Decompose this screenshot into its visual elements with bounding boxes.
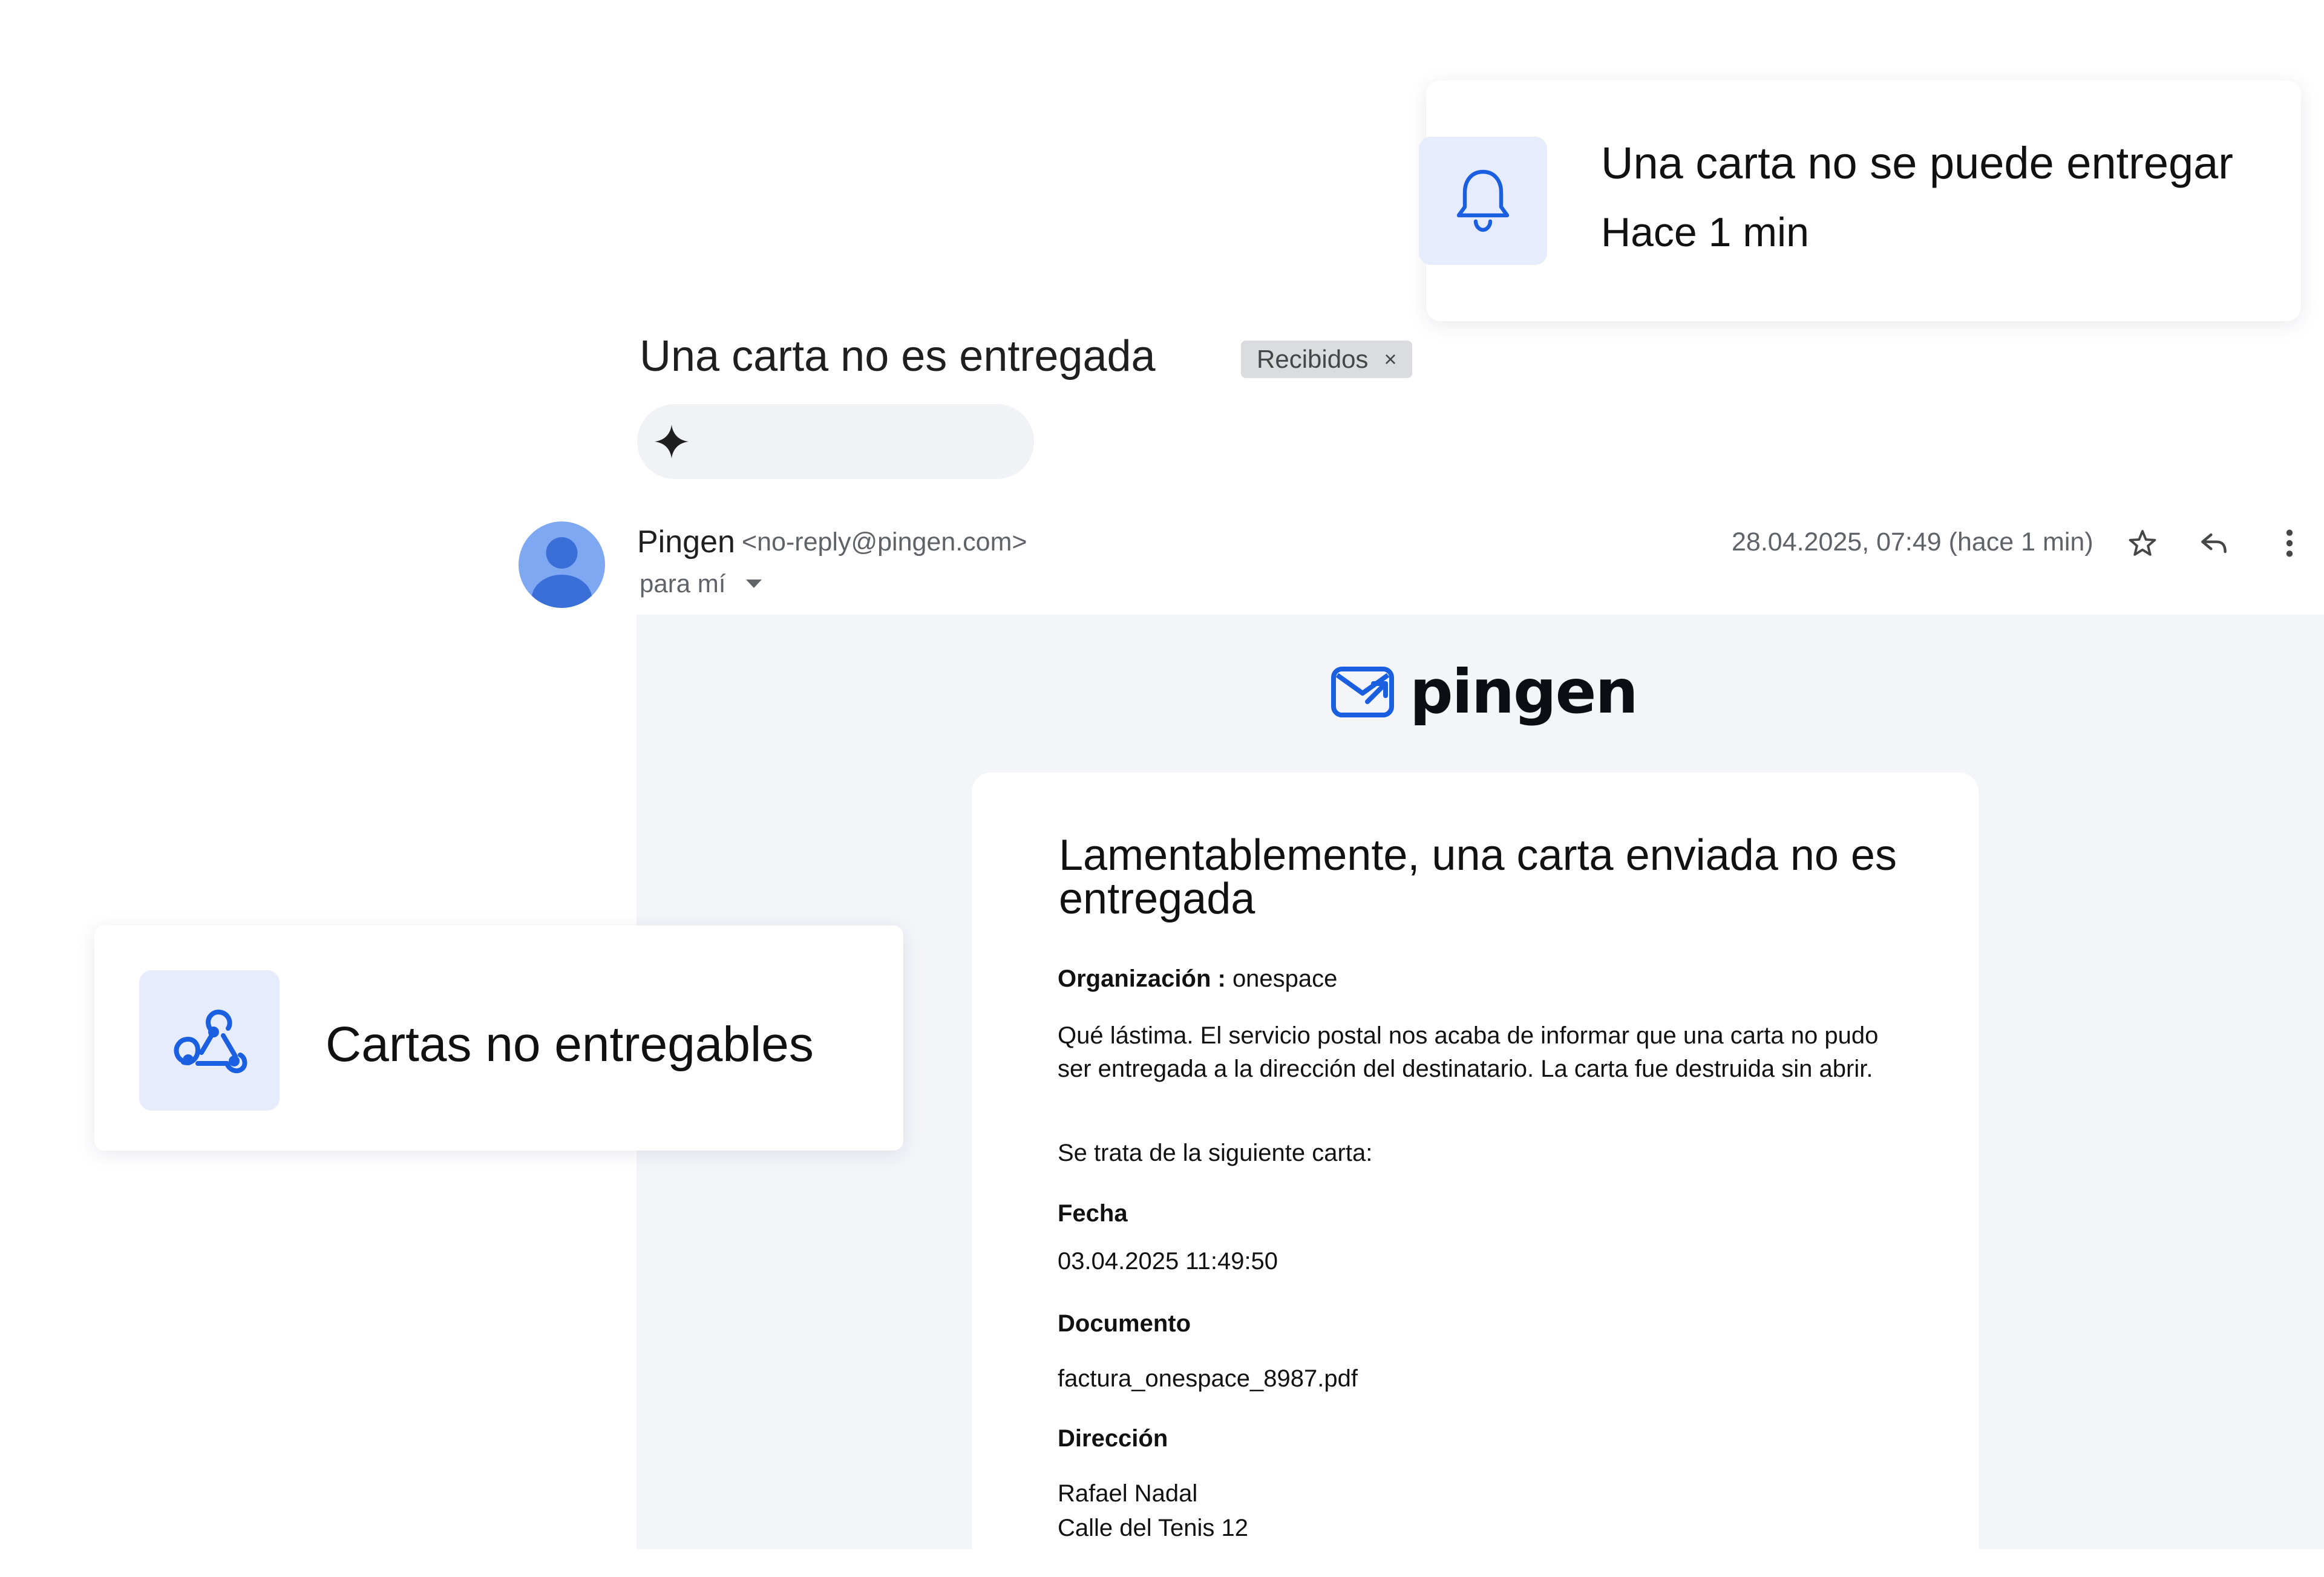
organization-label: Organización :: [1058, 965, 1226, 992]
webhook-card-title: Cartas no entregables: [326, 1017, 814, 1072]
pingen-logo: pingen: [1331, 656, 1638, 727]
webhook-icon-box: [139, 970, 280, 1111]
email-date: 28.04.2025, 07:49 (hace 1 min): [1732, 527, 2093, 557]
notification-card[interactable]: [1426, 80, 2301, 321]
documento-label: Documento: [1058, 1310, 1191, 1337]
more-options-button[interactable]: [2268, 522, 2311, 564]
bell-icon: [1456, 169, 1510, 232]
label-chip-text: Recibidos: [1257, 345, 1369, 373]
notification-time: Hace 1 min: [1601, 209, 1809, 255]
sender-name[interactable]: Pingen: [637, 524, 735, 560]
reply-icon: [2201, 533, 2227, 553]
star-icon: [2129, 530, 2156, 556]
email-subject: Una carta no es entregada: [640, 332, 1156, 380]
chevron-down-icon[interactable]: [745, 578, 763, 590]
address-line-2: Calle del Tenis 12: [1058, 1515, 1249, 1541]
remove-label-icon[interactable]: ×: [1384, 347, 1396, 372]
organization-row: Organización : onespace: [1058, 965, 1337, 993]
sender-email: <no-reply@pingen.com>: [742, 527, 1027, 557]
email-heading: Lamentablemente, una carta enviada no es…: [1059, 831, 1897, 923]
reply-button[interactable]: [2193, 522, 2235, 564]
direccion-label: Dirección: [1058, 1425, 1168, 1452]
sender-avatar[interactable]: [519, 521, 605, 608]
gemini-summary-pill[interactable]: [637, 404, 1034, 479]
star-button[interactable]: [2121, 522, 2164, 564]
mail-arrow-icon: [1331, 666, 1394, 717]
sparkle-icon: [655, 425, 689, 459]
organization-value: onespace: [1232, 965, 1338, 992]
notification-icon-box: [1419, 137, 1547, 265]
letter-intro: Se trata de la siguiente carta:: [1058, 1140, 1373, 1166]
fecha-label: Fecha: [1058, 1200, 1128, 1227]
notification-title: Una carta no se puede entregar: [1601, 138, 2233, 188]
more-vert-icon: [2286, 529, 2293, 557]
paragraph-line-2: ser entregada a la dirección del destina…: [1058, 1056, 1873, 1082]
address-line-1: Rafael Nadal: [1058, 1480, 1198, 1507]
brand-wordmark: pingen: [1410, 656, 1638, 727]
webhook-icon: [174, 1010, 247, 1074]
recipient-label: para mí: [640, 569, 726, 598]
documento-value: factura_onespace_8987.pdf: [1058, 1365, 1358, 1392]
paragraph-line-1: Qué lástima. El servicio postal nos acab…: [1058, 1022, 1879, 1049]
fecha-value: 03.04.2025 11:49:50: [1058, 1248, 1278, 1275]
label-chip-recibidos[interactable]: Recibidos ×: [1241, 341, 1413, 378]
